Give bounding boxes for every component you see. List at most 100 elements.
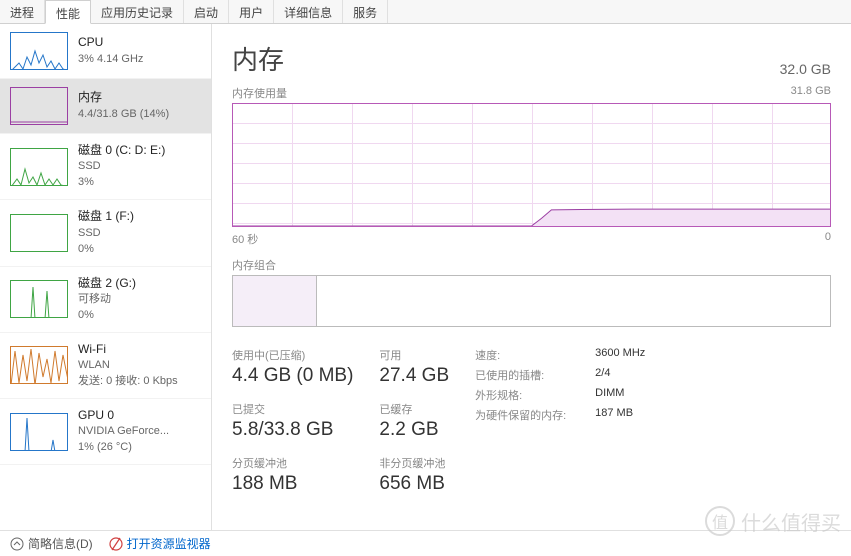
tab-应用历史记录[interactable]: 应用历史记录 <box>91 0 184 23</box>
sidebar-text: CPU3% 4.14 GHz <box>78 34 143 67</box>
open-resource-monitor-label: 打开资源监视器 <box>127 535 211 552</box>
composition-free-segment <box>318 276 830 326</box>
body: CPU3% 4.14 GHz内存4.4/31.8 GB (14%)磁盘 0 (C… <box>0 24 851 530</box>
stat-label: 分页缓冲池 <box>232 455 353 471</box>
stat-value: 656 MB <box>379 473 449 495</box>
sidebar-item-内存[interactable]: 内存4.4/31.8 GB (14%) <box>0 79 211 134</box>
stat-inuse: 使用中(已压缩) 4.4 GB (0 MB) <box>232 347 353 387</box>
sidebar-item-磁盘 0 (C: D: E:)[interactable]: 磁盘 0 (C: D: E:)SSD3% <box>0 134 211 200</box>
stat-label: 使用中(已压缩) <box>232 347 353 363</box>
sidebar-thumb <box>10 214 68 252</box>
sidebar-item-磁盘 1 (F:)[interactable]: 磁盘 1 (F:)SSD0% <box>0 200 211 266</box>
stat-committed: 已提交 5.8/33.8 GB <box>232 401 353 441</box>
chevron-up-icon <box>10 537 24 551</box>
stat-value: 4.4 GB (0 MB) <box>232 365 353 387</box>
open-resource-monitor-button[interactable]: 打开资源监视器 <box>109 535 211 552</box>
meta-label: 外形规格: <box>475 387 595 403</box>
sidebar-thumb <box>10 148 68 186</box>
usage-graph <box>232 103 831 227</box>
usage-graph-max: 31.8 GB <box>791 85 831 101</box>
meta-label: 已使用的插槽: <box>475 367 595 383</box>
sidebar-item-CPU[interactable]: CPU3% 4.14 GHz <box>0 24 211 79</box>
sidebar-thumb <box>10 87 68 125</box>
main-header: 内存 32.0 GB <box>232 40 831 77</box>
sidebar-item-Wi-Fi[interactable]: Wi-FiWLAN发送: 0 接收: 0 Kbps <box>0 333 211 399</box>
stat-label: 可用 <box>379 347 449 363</box>
usage-graph-label-row: 内存使用量 31.8 GB <box>232 85 831 101</box>
stat-available: 可用 27.4 GB <box>379 347 449 387</box>
sidebar-item-title: Wi-Fi <box>78 341 178 358</box>
tab-strip: 进程性能应用历史记录启动用户详细信息服务 <box>0 0 851 24</box>
sidebar-item-title: 内存 <box>78 89 169 106</box>
sidebar-item-GPU 0[interactable]: GPU 0NVIDIA GeForce...1% (26 °C) <box>0 399 211 465</box>
sidebar-text: 磁盘 0 (C: D: E:)SSD3% <box>78 142 165 191</box>
stat-paged: 分页缓冲池 188 MB <box>232 455 353 495</box>
usage-graph-x-axis: 60 秒 0 <box>232 231 831 247</box>
meta-block: 速度: 3600 MHz 已使用的插槽: 2/4 外形规格: DIMM 为硬件保… <box>475 347 645 509</box>
sidebar-item-title: 磁盘 1 (F:) <box>78 208 134 225</box>
stat-value: 188 MB <box>232 473 353 495</box>
composition-used-segment <box>233 276 317 326</box>
tab-详细信息[interactable]: 详细信息 <box>274 0 343 23</box>
x-left: 60 秒 <box>232 231 258 247</box>
sidebar-item-sub1: NVIDIA GeForce... <box>78 424 169 440</box>
memory-capacity: 32.0 GB <box>780 61 831 77</box>
sidebar-thumb <box>10 413 68 451</box>
meta-slots: 已使用的插槽: 2/4 <box>475 367 645 383</box>
sidebar-item-title: 磁盘 2 (G:) <box>78 275 136 292</box>
tab-性能[interactable]: 性能 <box>45 0 91 24</box>
tab-服务[interactable]: 服务 <box>343 0 388 23</box>
stat-nonpaged: 非分页缓冲池 656 MB <box>379 455 449 495</box>
resource-monitor-icon <box>109 537 123 551</box>
sidebar: CPU3% 4.14 GHz 内存4.4/31.8 GB (14%) 磁盘 0 (C… <box>0 24 212 530</box>
sidebar-item-title: 磁盘 0 (C: D: E:) <box>78 142 165 159</box>
sidebar-text: Wi-FiWLAN发送: 0 接收: 0 Kbps <box>78 341 178 390</box>
meta-value: DIMM <box>595 387 624 403</box>
usage-graph-line <box>233 104 830 226</box>
sidebar-text: 磁盘 1 (F:)SSD0% <box>78 208 134 257</box>
fewer-details-label: 简略信息(D) <box>28 535 93 552</box>
sidebar-text: GPU 0NVIDIA GeForce...1% (26 °C) <box>78 407 169 456</box>
stat-label: 非分页缓冲池 <box>379 455 449 471</box>
meta-value: 3600 MHz <box>595 347 645 363</box>
sidebar-item-sub1: 4.4/31.8 GB (14%) <box>78 107 169 123</box>
stat-value: 5.8/33.8 GB <box>232 419 353 441</box>
stat-value: 27.4 GB <box>379 365 449 387</box>
sidebar-text: 磁盘 2 (G:)可移动0% <box>78 275 136 324</box>
meta-value: 187 MB <box>595 407 633 423</box>
sidebar-item-title: GPU 0 <box>78 407 169 424</box>
sidebar-item-sub1: WLAN <box>78 358 178 374</box>
page-title: 内存 <box>232 40 284 77</box>
meta-label: 为硬件保留的内存: <box>475 407 595 423</box>
meta-label: 速度: <box>475 347 595 363</box>
sidebar-item-sub2: 0% <box>78 242 134 258</box>
stat-cached: 已缓存 2.2 GB <box>379 401 449 441</box>
x-right: 0 <box>825 231 831 247</box>
stats-col-1: 使用中(已压缩) 4.4 GB (0 MB) 已提交 5.8/33.8 GB 分… <box>232 347 353 509</box>
sidebar-item-title: CPU <box>78 34 143 51</box>
sidebar-thumb <box>10 32 68 70</box>
sidebar-item-sub1: 3% 4.14 GHz <box>78 52 143 68</box>
stat-label: 已提交 <box>232 401 353 417</box>
composition-label: 内存组合 <box>232 257 276 273</box>
sidebar-item-sub1: SSD <box>78 226 134 242</box>
usage-graph-label: 内存使用量 <box>232 85 287 101</box>
tab-用户[interactable]: 用户 <box>229 0 274 23</box>
sidebar-item-sub1: SSD <box>78 159 165 175</box>
sidebar-thumb <box>10 280 68 318</box>
memory-composition <box>232 275 831 327</box>
sidebar-thumb <box>10 346 68 384</box>
sidebar-item-磁盘 2 (G:)[interactable]: 磁盘 2 (G:)可移动0% <box>0 267 211 333</box>
meta-speed: 速度: 3600 MHz <box>475 347 645 363</box>
footer: 简略信息(D) 打开资源监视器 <box>0 530 851 556</box>
fewer-details-button[interactable]: 简略信息(D) <box>10 535 93 552</box>
sidebar-text: 内存4.4/31.8 GB (14%) <box>78 89 169 122</box>
meta-reserved: 为硬件保留的内存: 187 MB <box>475 407 645 423</box>
sidebar-item-sub2: 发送: 0 接收: 0 Kbps <box>78 374 178 390</box>
stats-block: 使用中(已压缩) 4.4 GB (0 MB) 已提交 5.8/33.8 GB 分… <box>232 347 831 509</box>
tab-进程[interactable]: 进程 <box>0 0 45 23</box>
sidebar-item-sub1: 可移动 <box>78 292 136 308</box>
tab-启动[interactable]: 启动 <box>184 0 229 23</box>
stats-col-2: 可用 27.4 GB 已缓存 2.2 GB 非分页缓冲池 656 MB <box>379 347 449 509</box>
stat-value: 2.2 GB <box>379 419 449 441</box>
